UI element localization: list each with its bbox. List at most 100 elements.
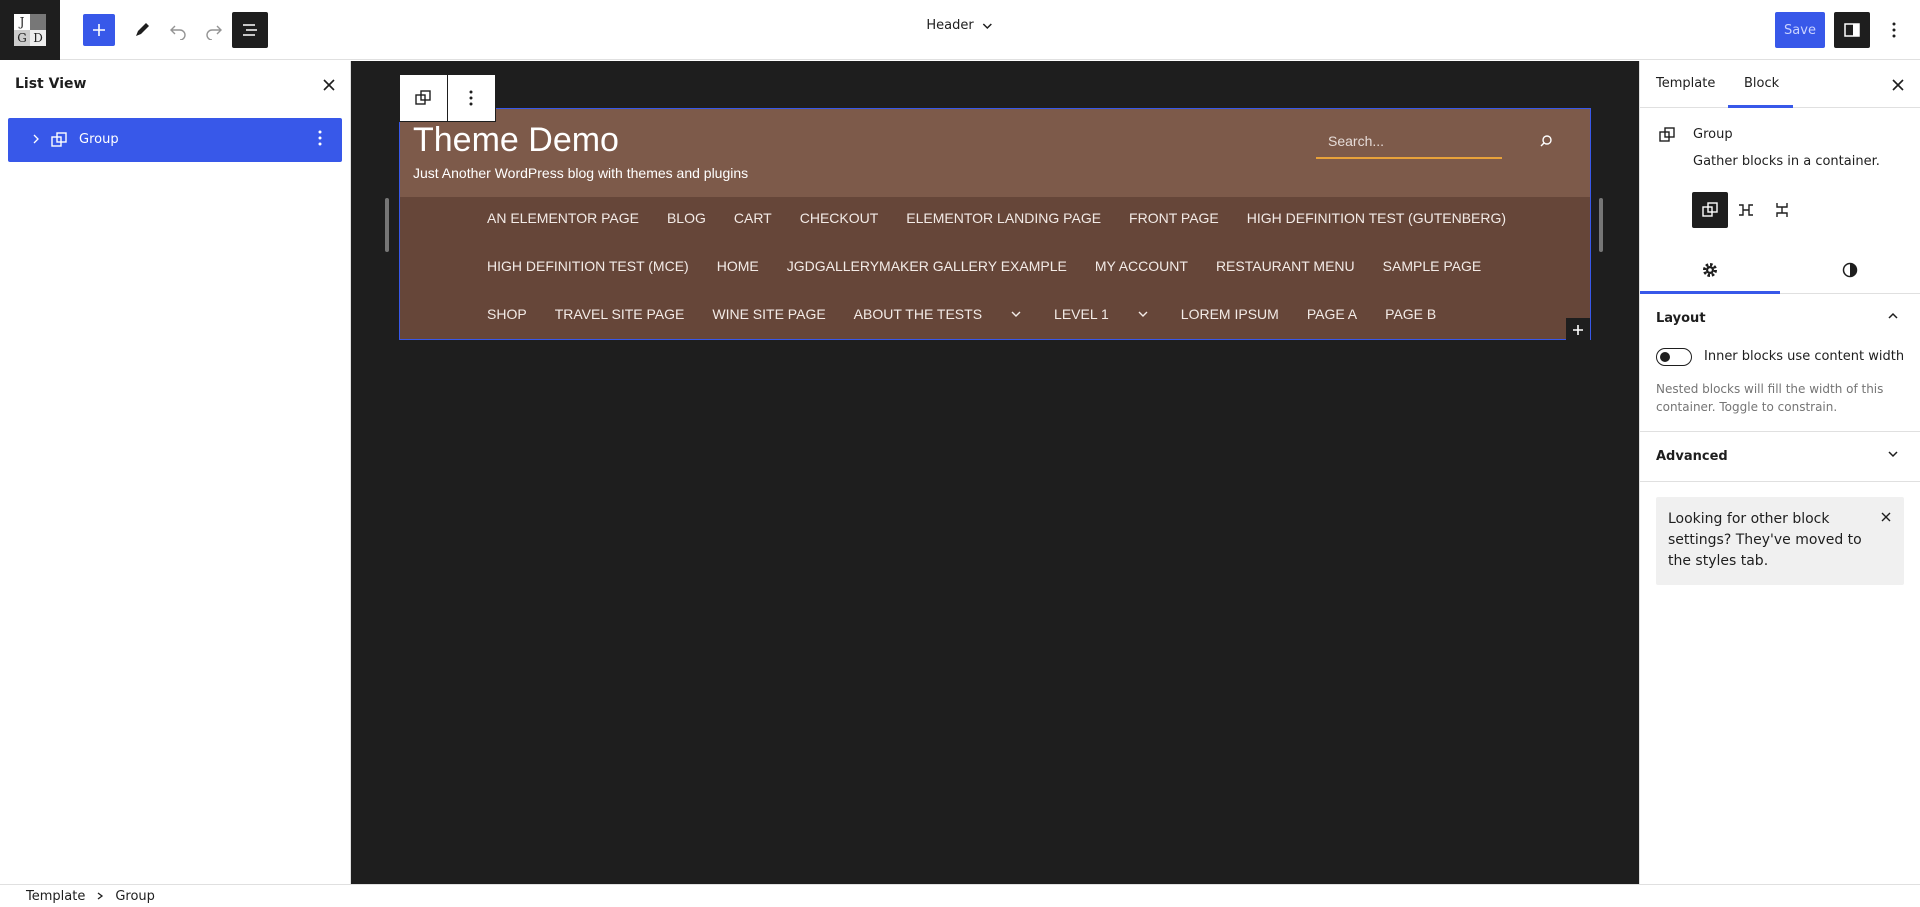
nav-item[interactable]: LEVEL 1 — [1054, 306, 1109, 322]
site-title[interactable]: Theme Demo — [413, 121, 619, 160]
search-button[interactable] — [1536, 131, 1556, 151]
header-branding-row: Theme Demo Just Another WordPress blog w… — [400, 109, 1590, 197]
content-width-toggle[interactable] — [1656, 348, 1692, 366]
block-breadcrumb: Template Group — [0, 884, 1920, 907]
close-settings-button[interactable] — [1886, 73, 1910, 97]
nav-item[interactable]: RESTAURANT MENU — [1216, 258, 1355, 274]
tab-block[interactable]: Block — [1744, 76, 1779, 91]
add-block-toggle-button[interactable] — [83, 14, 115, 46]
variation-stack-button[interactable] — [1764, 192, 1800, 228]
search-icon — [1540, 135, 1552, 147]
tab-template[interactable]: Template — [1656, 76, 1715, 91]
inspector-tabs — [1640, 246, 1920, 294]
list-view-toggle-button[interactable] — [232, 12, 268, 48]
tab-settings[interactable] — [1640, 246, 1780, 294]
breadcrumb-group[interactable]: Group — [115, 889, 155, 904]
nav-item[interactable]: HIGH DEFINITION TEST (MCE) — [487, 258, 689, 274]
tools-button[interactable] — [124, 12, 160, 48]
notice-text: Looking for other block settings? They'v… — [1668, 511, 1862, 569]
block-options-button[interactable] — [448, 75, 496, 121]
nav-item[interactable]: HOME — [717, 258, 759, 274]
tab-styles[interactable] — [1780, 246, 1920, 294]
advanced-panel-title[interactable]: Advanced — [1656, 449, 1728, 464]
redo-button[interactable] — [196, 12, 232, 48]
block-type-button[interactable] — [400, 75, 448, 121]
nav-item[interactable]: CHECKOUT — [800, 210, 879, 226]
submenu-chevron-icon[interactable] — [1133, 308, 1153, 320]
nav-item[interactable]: HIGH DEFINITION TEST (GUTENBERG) — [1247, 210, 1506, 226]
close-icon — [1892, 79, 1904, 91]
group-block-icon — [1702, 202, 1718, 217]
header-group-block[interactable]: Theme Demo Just Another WordPress blog w… — [399, 108, 1591, 340]
nav-item[interactable]: ELEMENTOR LANDING PAGE — [906, 210, 1101, 226]
group-block-icon — [49, 130, 69, 154]
nav-item[interactable]: PAGE B — [1385, 306, 1436, 322]
variation-group-button[interactable] — [1692, 192, 1728, 228]
row-icon — [1739, 204, 1753, 216]
contrast-icon — [1842, 262, 1858, 278]
sidebar-icon — [1844, 23, 1860, 37]
block-toolbar — [399, 74, 496, 122]
resize-handle-left[interactable] — [385, 198, 389, 252]
block-appender-button[interactable] — [1566, 318, 1590, 342]
undo-button[interactable] — [160, 12, 196, 48]
nav-item[interactable]: TRAVEL SITE PAGE — [555, 306, 685, 322]
nav-item[interactable]: SHOP — [487, 306, 527, 322]
chevron-right-icon[interactable] — [28, 131, 44, 151]
document-title-button[interactable]: Header — [926, 18, 993, 33]
nav-item[interactable]: BLOG — [667, 210, 706, 226]
navigation-block[interactable]: AN ELEMENTOR PAGE BLOG CART CHECKOUT ELE… — [400, 197, 1590, 339]
nav-item[interactable]: MY ACCOUNT — [1095, 258, 1188, 274]
toggle-label: Inner blocks use content width — [1704, 349, 1905, 364]
nav-row: SHOP TRAVEL SITE PAGE WINE SITE PAGE ABO… — [487, 306, 1464, 322]
list-view-item-label: Group — [79, 132, 119, 147]
variation-row-button[interactable] — [1728, 192, 1764, 228]
stack-icon — [1776, 203, 1788, 217]
nav-item[interactable]: JGDGALLERYMAKER GALLERY EXAMPLE — [787, 258, 1067, 274]
nav-item[interactable]: LOREM IPSUM — [1181, 306, 1279, 322]
list-view-item-group[interactable]: Group — [8, 118, 342, 162]
settings-sidebar: Template Block Group Gather blocks in a … — [1639, 61, 1920, 884]
options-button[interactable] — [1876, 12, 1912, 48]
resize-handle-right[interactable] — [1599, 198, 1603, 252]
save-button[interactable]: Save — [1775, 12, 1825, 48]
dismiss-notice-button[interactable] — [1876, 507, 1896, 527]
site-logo-button[interactable]: J G D — [0, 0, 60, 60]
chevron-down-icon[interactable] — [1886, 447, 1900, 465]
layout-panel: Layout Inner blocks use content width Ne… — [1640, 294, 1920, 432]
list-view-title: List View — [15, 76, 87, 92]
close-list-view-button[interactable] — [317, 73, 341, 97]
toggle-knob — [1660, 352, 1670, 362]
site-logo: J G D — [14, 14, 46, 46]
nav-item[interactable]: CART — [734, 210, 772, 226]
logo-letter: D — [30, 30, 46, 46]
more-vertical-icon[interactable] — [318, 130, 322, 150]
chevron-up-icon[interactable] — [1886, 309, 1900, 327]
nav-item[interactable]: WINE SITE PAGE — [712, 306, 825, 322]
nav-item[interactable]: SAMPLE PAGE — [1383, 258, 1482, 274]
chevron-down-icon — [983, 22, 993, 29]
top-toolbar: J G D Header Save — [0, 0, 1920, 60]
search-input[interactable]: Search... — [1316, 123, 1502, 159]
submenu-chevron-icon[interactable] — [1006, 308, 1026, 320]
site-tagline[interactable]: Just Another WordPress blog with themes … — [413, 165, 748, 181]
nav-item[interactable]: AN ELEMENTOR PAGE — [487, 210, 639, 226]
more-vertical-icon — [1892, 22, 1896, 38]
layout-panel-title[interactable]: Layout — [1656, 311, 1706, 326]
logo-letter: J — [14, 14, 30, 30]
close-icon — [1881, 512, 1891, 522]
block-variations — [1692, 192, 1800, 228]
breadcrumb-template[interactable]: Template — [26, 889, 85, 904]
document-title: Header — [926, 18, 974, 33]
plus-icon — [93, 24, 105, 36]
logo-letter — [30, 14, 46, 30]
block-card-description: Gather blocks in a container. — [1693, 154, 1880, 169]
settings-toggle-button[interactable] — [1834, 12, 1870, 48]
nav-item[interactable]: ABOUT THE TESTS — [854, 306, 982, 322]
list-view-panel: List View Group — [0, 61, 351, 884]
nav-item[interactable]: PAGE A — [1307, 306, 1357, 322]
close-icon — [323, 79, 335, 91]
nav-row: AN ELEMENTOR PAGE BLOG CART CHECKOUT ELE… — [487, 210, 1534, 226]
advanced-panel[interactable]: Advanced — [1640, 432, 1920, 482]
nav-item[interactable]: FRONT PAGE — [1129, 210, 1219, 226]
